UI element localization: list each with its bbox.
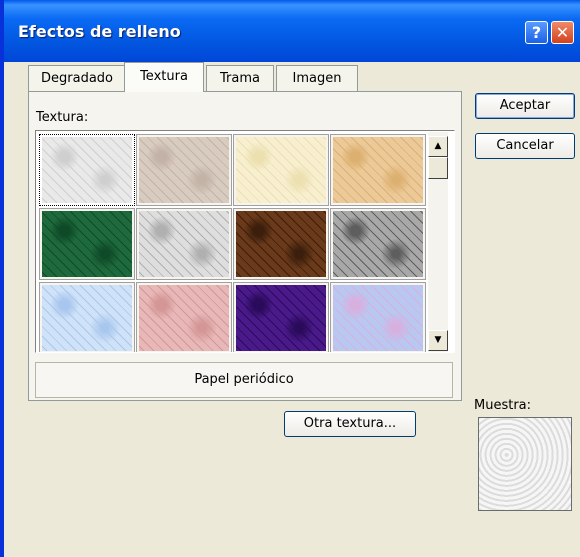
purple-mesh-texture[interactable]	[233, 282, 329, 352]
white-marble-texture[interactable]	[136, 208, 232, 280]
close-button[interactable]: ✕	[551, 21, 574, 44]
cancel-label: Cancelar	[496, 138, 554, 153]
other-texture-label: Otra textura...	[303, 416, 397, 431]
tab-textura[interactable]: Textura	[124, 62, 204, 92]
scroll-up-button[interactable]: ▲	[428, 136, 448, 157]
green-marble-texture[interactable]	[39, 208, 135, 280]
pink-tissue-paper-texture[interactable]	[136, 282, 232, 352]
stationery-texture[interactable]	[330, 134, 426, 206]
other-texture-button[interactable]: Otra textura...	[284, 411, 416, 437]
recycled-paper-texture[interactable]	[136, 134, 232, 206]
sample-preview	[478, 417, 572, 511]
dialog-title: Efectos de relleno	[18, 22, 181, 41]
blue-tissue-paper-texture[interactable]	[39, 282, 135, 352]
texture-gallery[interactable]	[35, 130, 455, 353]
texture-label: Textura:	[36, 110, 89, 125]
selected-texture-name: Papel periódico	[35, 362, 453, 398]
brown-marble-texture[interactable]	[233, 208, 329, 280]
tab-degradado[interactable]: Degradado	[28, 65, 126, 92]
title-bar[interactable]: Efectos de relleno ? ✕	[4, 0, 580, 62]
dialog-bottom	[4, 530, 580, 557]
accept-label: Aceptar	[499, 98, 551, 113]
accept-button[interactable]: Aceptar	[475, 93, 575, 119]
parchment-texture[interactable]	[233, 134, 329, 206]
scroll-down-button[interactable]: ▼	[428, 330, 448, 351]
bouquet-texture[interactable]	[330, 282, 426, 352]
sample-label: Muestra:	[474, 398, 532, 413]
newsprint-texture[interactable]	[39, 134, 135, 206]
tab-trama[interactable]: Trama	[206, 65, 274, 92]
scroll-thumb[interactable]	[428, 157, 448, 179]
tab-imagen[interactable]: Imagen	[276, 65, 358, 92]
gallery-scrollbar[interactable]: ▲ ▼	[428, 132, 448, 352]
help-button[interactable]: ?	[525, 21, 548, 44]
granite-texture[interactable]	[330, 208, 426, 280]
cancel-button[interactable]: Cancelar	[475, 133, 575, 159]
